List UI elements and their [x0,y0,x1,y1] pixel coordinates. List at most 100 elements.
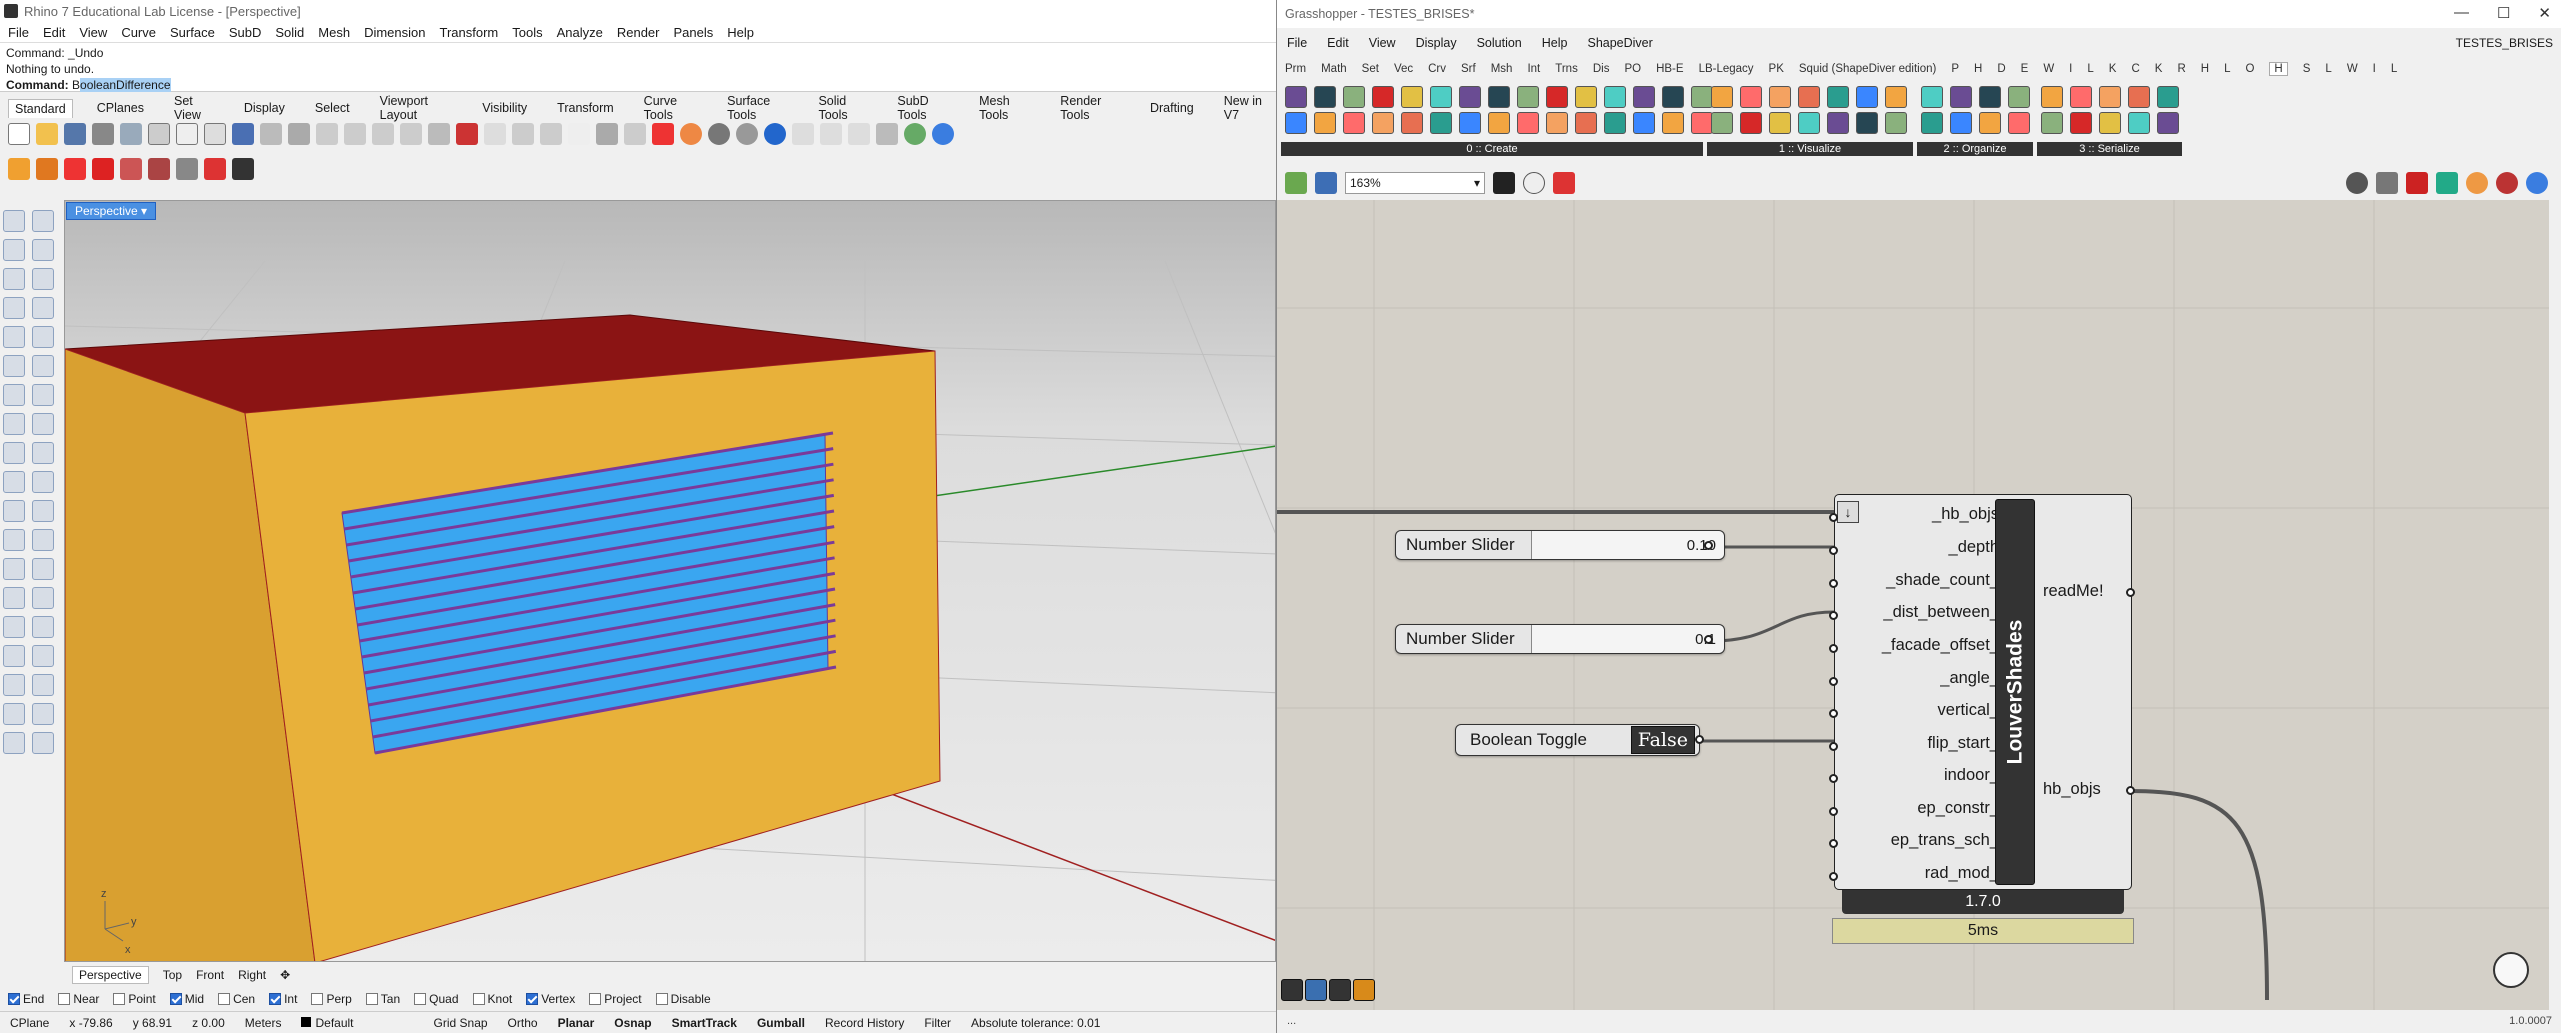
organize-component-icon[interactable] [2008,112,2030,134]
osnap-tan[interactable]: Tan [365,992,400,1006]
close-icon[interactable]: ✕ [2538,4,2551,22]
input-port[interactable] [1829,839,1838,848]
organize-component-icon[interactable] [1979,86,2001,108]
output-readme[interactable]: readMe! [2043,582,2104,601]
grid-snap-icon[interactable] [512,123,534,145]
status-layer[interactable]: Default [291,1016,363,1030]
options-icon[interactable] [876,123,898,145]
gh-tab-r[interactable]: R [2177,63,2185,75]
bars-icon[interactable] [1353,979,1375,1001]
check-icon[interactable] [32,703,54,725]
create-component-icon[interactable] [1285,112,1307,134]
gh-tab-c[interactable]: C [2131,63,2139,75]
arc-icon[interactable] [3,297,25,319]
output-port[interactable] [1704,541,1713,550]
number-slider-depth[interactable]: Number Slider 0.10 [1395,530,1725,560]
maximize-icon[interactable]: ☐ [2497,4,2510,22]
car-icon[interactable] [456,123,478,145]
preview-off-icon[interactable] [2346,172,2368,194]
cap-icon[interactable] [36,158,58,180]
menu-analyze[interactable]: Analyze [557,25,603,40]
select-icon[interactable] [484,123,506,145]
serialize-component-icon[interactable] [2128,86,2150,108]
gh-tab-i[interactable]: I [2069,63,2072,75]
menu-solid[interactable]: Solid [275,25,304,40]
organize-component-icon[interactable] [1979,112,2001,134]
ribbon-group-label[interactable]: 1 :: Visualize [1707,142,1913,156]
gh-tab-set[interactable]: Set [1362,63,1379,75]
menu-edit[interactable]: Edit [43,25,65,40]
osnap-int[interactable]: Int [269,992,297,1006]
serialize-component-icon[interactable] [2070,112,2092,134]
boolean-union-icon[interactable] [64,158,86,180]
boolean-difference-icon[interactable] [92,158,114,180]
cylinder-icon[interactable] [3,442,25,464]
visualize-component-icon[interactable] [1798,112,1820,134]
python-icon[interactable] [1305,979,1327,1001]
checkbox-icon[interactable] [113,993,126,1005]
color-wheel-icon[interactable] [680,123,702,145]
gh-menu-shapediver[interactable]: ShapeDiver [1587,36,1652,50]
tab-right[interactable]: Right [238,968,266,982]
gh-tab-l[interactable]: L [2391,63,2397,75]
create-component-icon[interactable] [1314,112,1336,134]
create-component-icon[interactable] [1488,112,1510,134]
point-icon[interactable] [32,210,54,232]
tab-front[interactable]: Front [196,968,224,982]
visualize-component-icon[interactable] [1711,112,1733,134]
input-port[interactable] [1829,546,1838,555]
checkbox-icon[interactable] [218,993,231,1005]
explode-icon[interactable] [32,616,54,638]
visualize-component-icon[interactable] [1827,86,1849,108]
visualize-component-icon[interactable] [1885,112,1907,134]
gh-menu-file[interactable]: File [1287,36,1307,50]
output-hb-objs[interactable]: hb_objs [2043,780,2101,799]
create-component-icon[interactable] [1633,112,1655,134]
status-planar[interactable]: Planar [548,1016,605,1030]
gh-tab-prm[interactable]: Prm [1285,63,1306,75]
boolean-intersection-icon[interactable] [120,158,142,180]
menu-tools[interactable]: Tools [512,25,542,40]
preview-selected-icon[interactable] [2436,172,2458,194]
menu-help[interactable]: Help [727,25,754,40]
create-component-icon[interactable] [1343,112,1365,134]
loft-icon[interactable] [32,384,54,406]
menu-mesh[interactable]: Mesh [318,25,350,40]
checkbox-icon[interactable] [8,993,20,1005]
menu-dimension[interactable]: Dimension [364,25,425,40]
osnap-project[interactable]: Project [589,992,642,1006]
create-component-icon[interactable] [1372,112,1394,134]
menu-subd[interactable]: SubD [229,25,262,40]
curve-icon[interactable] [32,239,54,261]
brush-icon[interactable] [32,732,54,754]
checkbox-icon[interactable] [269,993,282,1005]
gh-tab-po[interactable]: PO [1624,63,1641,75]
preview-eye-icon[interactable] [1523,172,1545,194]
install-icon[interactable] [1281,979,1303,1001]
create-component-icon[interactable] [1314,86,1336,108]
save-file-icon[interactable] [1315,172,1337,194]
preview-shaded-icon[interactable] [2406,172,2428,194]
serialize-component-icon[interactable] [2041,112,2063,134]
analyze-icon[interactable] [3,703,25,725]
osnap-disable[interactable]: Disable [655,992,711,1006]
print-icon[interactable] [92,123,114,145]
gh-tab-i[interactable]: I [2373,63,2376,75]
zoom-extents-icon[interactable] [372,123,394,145]
checkbox-icon[interactable] [655,993,668,1005]
organize-component-icon[interactable] [1950,112,1972,134]
create-component-icon[interactable] [1459,86,1481,108]
input-ep-trans-sch[interactable]: ep_trans_sch_ [1835,831,2005,850]
gh-menu-edit[interactable]: Edit [1327,36,1349,50]
color-picker-icon[interactable] [2466,172,2488,194]
osnap-cen[interactable]: Cen [218,992,255,1006]
gh-tab-srf[interactable]: Srf [1461,63,1476,75]
chevron-down-icon[interactable]: ▾ [141,204,147,218]
surface-icon[interactable] [3,384,25,406]
undo-icon[interactable] [232,123,254,145]
import-icon[interactable] [120,123,142,145]
gh-menu-help[interactable]: Help [1542,36,1568,50]
fillet-curve-icon[interactable] [3,355,25,377]
status-record-history[interactable]: Record History [815,1016,914,1030]
open-folder-icon[interactable] [36,123,58,145]
